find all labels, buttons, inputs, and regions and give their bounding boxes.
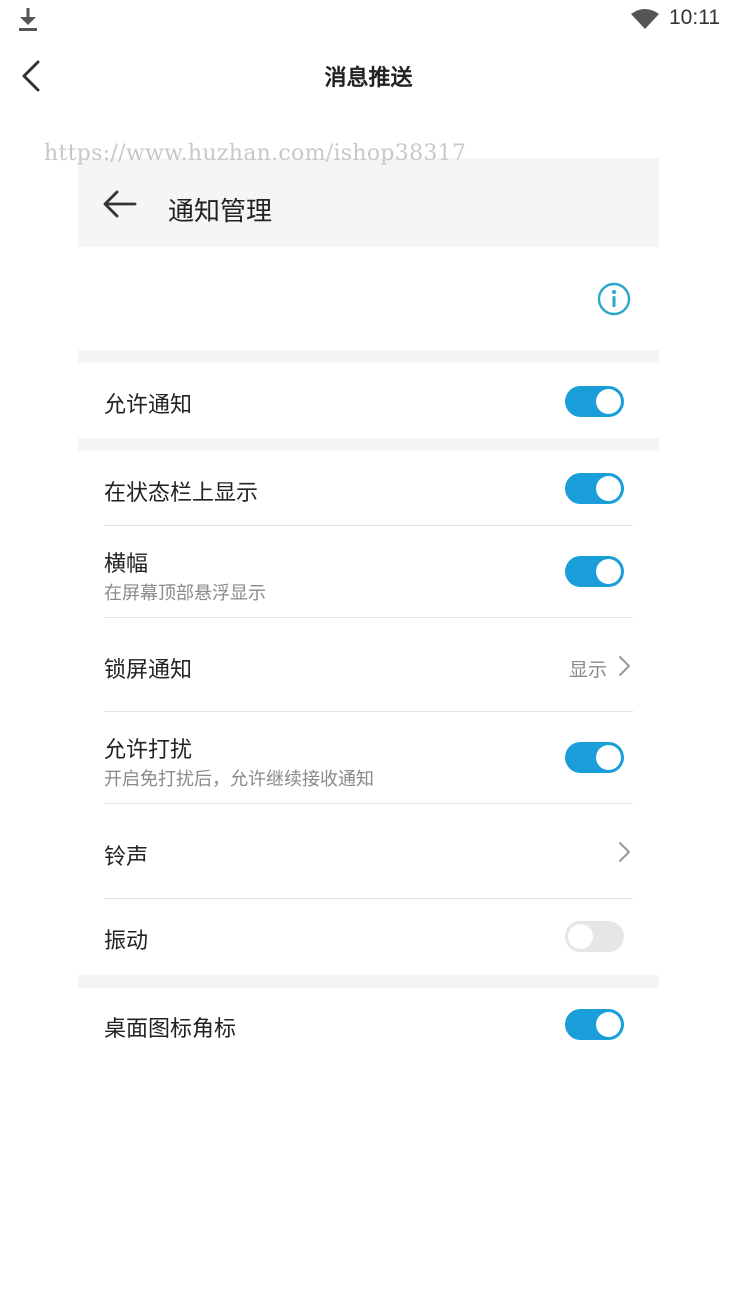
toggle-knob xyxy=(596,1012,621,1037)
toggle-knob xyxy=(596,745,621,770)
page-title: 消息推送 xyxy=(324,66,413,91)
section-divider xyxy=(78,438,659,451)
row-allow-dnd: 允许打扰 开启免打扰后，允许继续接收通知 xyxy=(78,712,659,804)
status-bar: 10:11 xyxy=(0,0,737,40)
toggle-knob xyxy=(568,924,593,949)
wifi-icon xyxy=(631,9,659,29)
toggle-knob xyxy=(596,389,621,414)
vibration-label: 振动 xyxy=(104,929,149,954)
watermark-text: https://www.huzhan.com/ishop38317 xyxy=(44,141,467,166)
lockscreen-label: 锁屏通知 xyxy=(104,658,193,683)
status-time: 10:11 xyxy=(669,6,720,29)
allow-dnd-label: 允许打扰 xyxy=(104,738,193,763)
row-ringtone[interactable]: 铃声 xyxy=(78,804,659,899)
chevron-right-icon xyxy=(619,656,630,676)
status-bar-display-toggle[interactable] xyxy=(565,473,624,504)
info-icon[interactable] xyxy=(597,282,631,316)
section-divider xyxy=(78,350,659,363)
toggle-knob xyxy=(596,559,621,584)
banner-description: 在屏幕顶部悬浮显示 xyxy=(104,583,266,604)
row-banner: 横幅 在屏幕顶部悬浮显示 xyxy=(78,526,659,618)
section-divider xyxy=(78,975,659,988)
ringtone-label: 铃声 xyxy=(104,845,149,870)
badge-toggle[interactable] xyxy=(565,1009,624,1040)
download-icon xyxy=(19,8,37,31)
info-row xyxy=(78,247,659,350)
row-badge: 桌面图标角标 xyxy=(78,988,659,1058)
panel-header: 通知管理 xyxy=(78,158,659,247)
allow-dnd-description: 开启免打扰后，允许继续接收通知 xyxy=(104,769,374,790)
banner-toggle[interactable] xyxy=(565,556,624,587)
notification-settings-panel: 通知管理 允许通知 在状态栏上显示 横幅 在屏幕顶部悬浮显示 锁屏通知 显示 允… xyxy=(78,158,659,1058)
row-status-bar-display: 在状态栏上显示 xyxy=(78,451,659,526)
lockscreen-value: 显示 xyxy=(568,659,607,681)
row-lockscreen[interactable]: 锁屏通知 显示 xyxy=(78,618,659,712)
arrow-left-icon[interactable] xyxy=(102,190,138,218)
badge-label: 桌面图标角标 xyxy=(104,1017,237,1042)
chevron-right-icon xyxy=(619,842,630,862)
status-bar-display-label: 在状态栏上显示 xyxy=(104,481,259,506)
app-header: 消息推送 xyxy=(0,40,737,114)
allow-notification-label: 允许通知 xyxy=(104,393,193,418)
allow-dnd-toggle[interactable] xyxy=(565,742,624,773)
toggle-knob xyxy=(596,476,621,501)
panel-title: 通知管理 xyxy=(168,197,273,227)
row-vibration: 振动 xyxy=(78,899,659,975)
vibration-toggle[interactable] xyxy=(565,921,624,952)
row-allow-notification: 允许通知 xyxy=(78,363,659,438)
banner-label: 横幅 xyxy=(104,552,149,577)
allow-notification-toggle[interactable] xyxy=(565,386,624,417)
